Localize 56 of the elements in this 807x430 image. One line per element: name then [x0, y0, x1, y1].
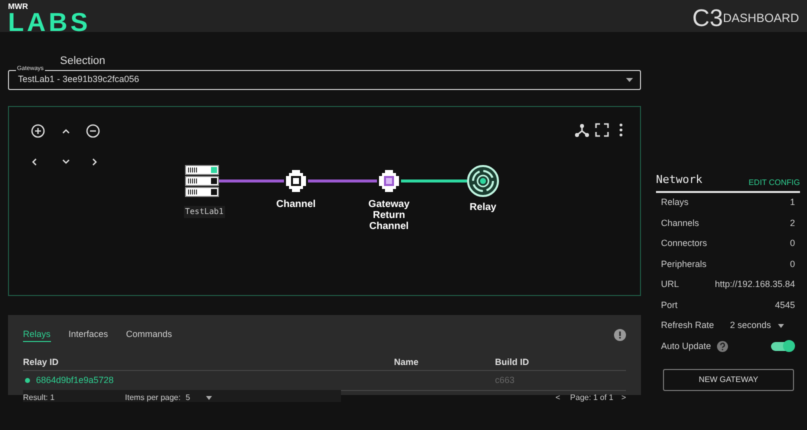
stat-label: Peripherals — [661, 258, 707, 271]
channel-node-icon[interactable] — [284, 169, 308, 193]
panel-title: Network — [656, 172, 702, 188]
stat-value: 1 — [790, 196, 795, 209]
zoom-out-icon[interactable] — [86, 124, 100, 138]
tab[interactable]: Interfaces — [68, 328, 108, 342]
items-per-page-select[interactable]: 5 — [186, 392, 212, 404]
stat-value: 4545 — [774, 298, 795, 312]
relay-id-link[interactable]: 6864d9bf1e9a5728 — [36, 374, 114, 388]
caret-icon — [626, 78, 633, 82]
node-label: Relay — [468, 201, 498, 215]
brand-text: C3 — [692, 7, 723, 31]
brand-subtitle: DASHBOARD — [722, 10, 799, 27]
next-page-button[interactable]: > — [621, 392, 626, 404]
logo-text: LABS — [8, 11, 91, 33]
items-per-page-label: Items per page: — [125, 392, 181, 404]
stat-value: 0 — [790, 258, 795, 270]
column-header: Build ID — [495, 356, 529, 369]
node-label: Channel — [275, 199, 317, 210]
column-header: Relay ID — [23, 356, 60, 369]
caret-icon — [778, 324, 784, 328]
stat-label: Channels — [661, 216, 700, 230]
new-gateway-button[interactable]: NEW GATEWAY — [663, 368, 794, 390]
result-count: Result: 1 — [23, 392, 56, 404]
node-label: Gateway Return Channel — [367, 199, 411, 232]
edit-config-link[interactable]: EDIT CONFIG — [748, 176, 800, 188]
page-indicator: Page: 1 of 1 — [570, 392, 614, 404]
relay-node-icon[interactable] — [467, 165, 499, 197]
info-icon[interactable] — [614, 329, 626, 341]
section-heading: Selection — [60, 55, 106, 67]
auto-update-toggle[interactable] — [770, 340, 795, 352]
channel-node-icon[interactable] — [377, 169, 401, 193]
logo-small-text: MWR — [8, 3, 29, 11]
refresh-rate-select[interactable]: 2 seconds — [730, 319, 784, 332]
stat-value: 2 — [790, 216, 795, 230]
gateway-select[interactable]: TestLab1 - 3ee91b39c2fca056 — [8, 70, 641, 90]
table-cell-text: c663 — [495, 374, 515, 387]
fullscreen-icon[interactable] — [595, 123, 609, 137]
stat-label: Refresh Rate — [661, 319, 716, 332]
stat-value: http://192.168.35.84 — [714, 278, 795, 291]
help-icon[interactable] — [717, 340, 728, 352]
node-label: TestLab1 — [184, 206, 225, 218]
column-header: Name — [394, 356, 420, 369]
server-icon[interactable] — [185, 165, 219, 198]
hierarchy-icon[interactable] — [575, 123, 589, 137]
tab[interactable]: Relays — [23, 328, 51, 342]
tab[interactable]: Commands — [126, 328, 172, 342]
zoom-in-icon[interactable] — [31, 124, 45, 138]
stat-label: URL — [661, 278, 680, 291]
graph-canvas[interactable]: TestLab1 Channel Gateway Return Channel Relay — [8, 106, 641, 296]
stat-label: Auto Update — [661, 340, 712, 353]
stat-label: Port — [661, 298, 678, 312]
stat-value: 0 — [790, 237, 795, 250]
stat-label: Connectors — [661, 237, 708, 250]
previous-page-button[interactable]: < — [556, 392, 560, 404]
stat-label: Relays — [661, 196, 689, 209]
